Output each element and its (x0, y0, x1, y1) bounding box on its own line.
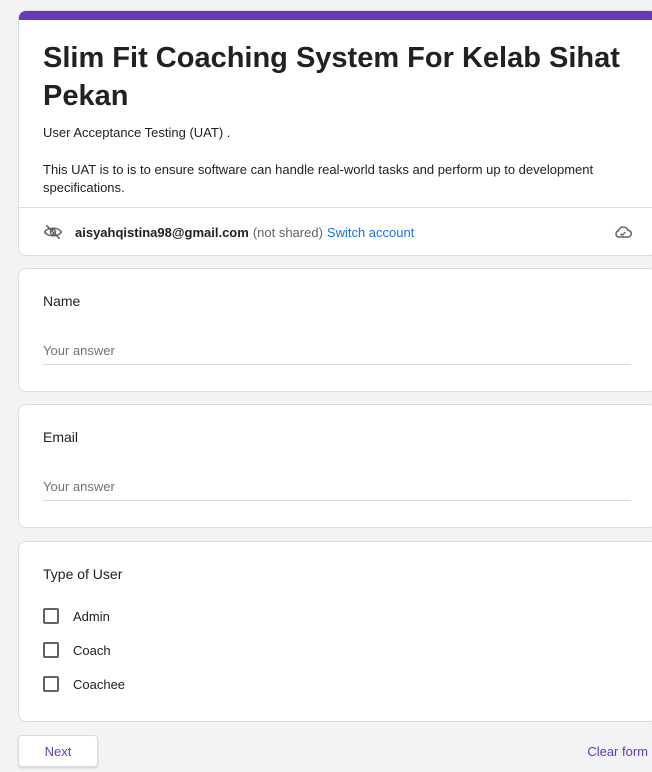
name-input[interactable] (43, 339, 631, 365)
next-button[interactable]: Next (18, 735, 98, 767)
account-row: aisyahqistina98@gmail.com (not shared) S… (43, 219, 633, 245)
email-question-card: Email (18, 404, 652, 528)
not-shared-label: (not shared) (252, 224, 323, 240)
form-subtitle: User Acceptance Testing (UAT) . (43, 125, 231, 140)
account-email: aisyahqistina98@gmail.com (75, 224, 249, 240)
email-question-label: Email (43, 429, 79, 445)
email-input[interactable] (43, 475, 631, 501)
checkbox-option-admin[interactable]: Admin (43, 608, 110, 624)
name-question-label: Name (43, 293, 81, 309)
accent-bar (19, 11, 652, 20)
form-description: This UAT is to is to ensure software can… (43, 162, 594, 195)
user-type-question-card: Type of User Admin Coach Coachee (18, 541, 652, 722)
form-title: Slim Fit Coaching System For Kelab Sihat… (43, 42, 620, 112)
option-label: Admin (73, 608, 110, 624)
clear-form-link[interactable]: Clear form (587, 744, 648, 759)
eye-off-icon (43, 224, 63, 240)
checkbox-option-coach[interactable]: Coach (43, 642, 111, 658)
name-question-card: Name (18, 268, 652, 392)
form-header-card: Slim Fit Coaching System For Kelab Sihat… (18, 10, 652, 256)
header-divider (19, 207, 652, 208)
checkbox-option-coachee[interactable]: Coachee (43, 676, 125, 692)
checkbox[interactable] (43, 642, 59, 658)
option-label: Coachee (73, 676, 126, 692)
switch-account-link[interactable]: Switch account (327, 225, 414, 240)
checkbox[interactable] (43, 608, 59, 624)
checkbox[interactable] (43, 676, 59, 692)
user-type-question-label: Type of User (43, 566, 123, 582)
cloud-check-icon (615, 226, 632, 238)
option-label: Coach (73, 642, 111, 658)
